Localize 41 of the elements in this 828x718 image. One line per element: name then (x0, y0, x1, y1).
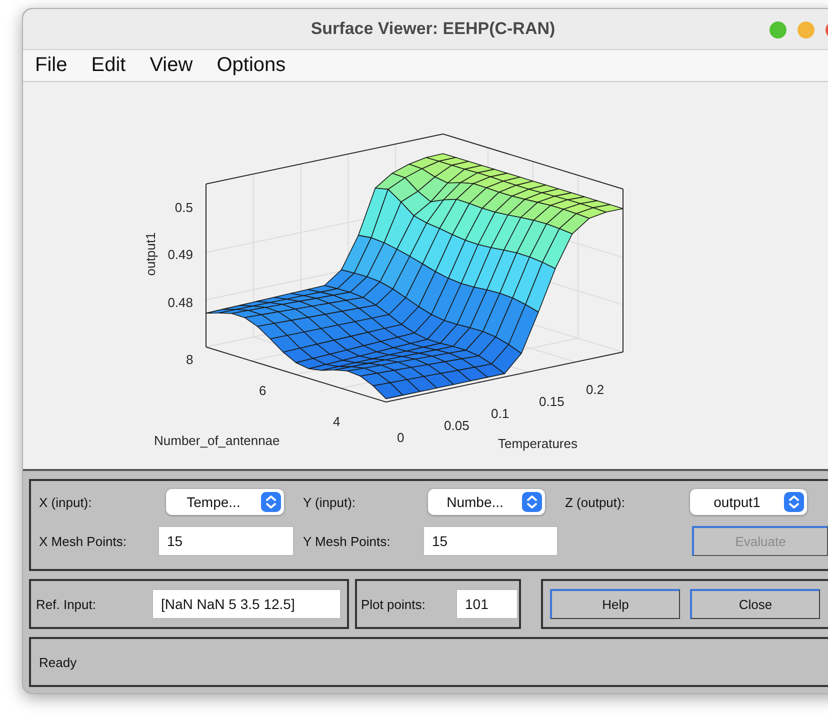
dropdown[interactable]: Tempe... (166, 489, 284, 515)
chevron-updown-icon (784, 492, 804, 512)
axis-label: Temperatures (498, 436, 578, 451)
tick-label: 0.05 (444, 418, 470, 433)
status-text: Ready (39, 654, 77, 670)
dialog-button[interactable]: Help (550, 589, 680, 619)
chevron-updown-icon (261, 492, 281, 512)
tick-label: 0.1 (491, 406, 510, 421)
menu-item[interactable]: Edit (89, 54, 138, 77)
text-field[interactable]: 15 (158, 526, 294, 556)
axis-label: Number_of_antennae (154, 433, 280, 448)
field-label: Z (output): (565, 494, 626, 510)
tick-label: 0.15 (539, 394, 564, 409)
tick-label: 0 (397, 430, 404, 445)
dialog-button[interactable]: Close (690, 589, 820, 619)
text-field[interactable]: 15 (423, 526, 558, 556)
menu-item[interactable]: Options (214, 54, 298, 77)
text-field[interactable]: [NaN NaN 5 3.5 12.5] (152, 589, 341, 619)
field-label: X (input): (39, 494, 93, 510)
tick-label: 4 (333, 414, 340, 429)
tick-label: 0.48 (168, 295, 193, 310)
field-label: Y (input): (303, 494, 357, 510)
axis-label: output1 (143, 232, 158, 276)
tick-label: 0.49 (168, 247, 193, 262)
tick-label: 0.5 (174, 200, 193, 215)
field-label: Plot points: (361, 596, 426, 612)
text-field[interactable]: 101 (456, 589, 518, 619)
tick-label: 8 (186, 352, 194, 367)
minimize-button[interactable] (797, 21, 815, 39)
field-label: Y Mesh Points: (303, 534, 392, 548)
tick-label: 6 (259, 383, 266, 398)
window-title: Surface Viewer: EEHP(C-RAN) (310, 19, 556, 39)
field-label: X Mesh Points: (39, 534, 128, 548)
menu-item[interactable]: File (33, 54, 80, 77)
dropdown[interactable]: Numbe... (428, 489, 545, 515)
dropdown[interactable]: output1 (690, 489, 807, 515)
field-label: Ref. Input: (36, 596, 97, 612)
tick-label: 0.2 (586, 382, 604, 397)
chevron-updown-icon (522, 492, 542, 512)
menu-item[interactable]: View (148, 54, 205, 77)
zoom-button[interactable] (769, 21, 787, 39)
